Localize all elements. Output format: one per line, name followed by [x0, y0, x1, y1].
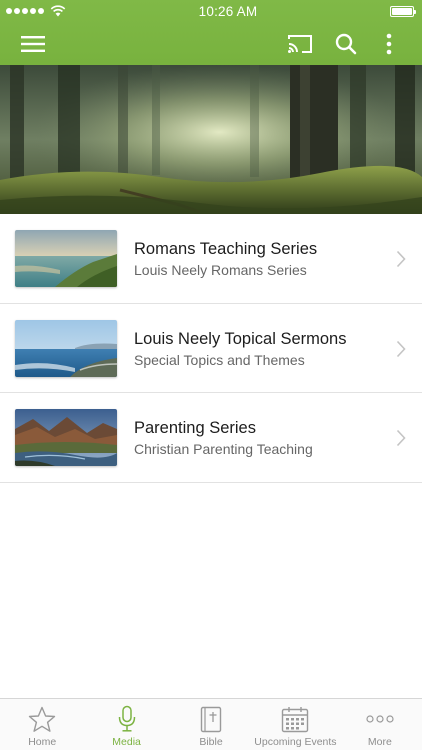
top-bar: 10:26 AM	[0, 0, 422, 65]
tab-upcoming-events[interactable]: Upcoming Events	[253, 699, 337, 750]
tab-label: More	[367, 736, 392, 748]
tab-media[interactable]: Media	[84, 699, 168, 750]
bible-icon	[200, 706, 222, 732]
series-list: Romans Teaching Series Louis Neely Roman…	[0, 214, 422, 483]
wifi-icon	[50, 5, 66, 17]
list-item[interactable]: Romans Teaching Series Louis Neely Roman…	[0, 214, 422, 304]
list-item[interactable]: Louis Neely Topical Sermons Special Topi…	[0, 304, 422, 393]
tab-home[interactable]: Home	[0, 699, 84, 750]
mountain-river-thumbnail	[15, 409, 117, 466]
hamburger-menu-icon[interactable]	[18, 22, 48, 65]
chevron-right-icon	[396, 250, 406, 268]
cast-icon[interactable]	[286, 22, 314, 65]
tab-label: Home	[28, 736, 57, 748]
tab-label: Media	[112, 736, 141, 748]
chevron-right-icon	[396, 340, 406, 357]
signal-strength-icon	[6, 8, 44, 14]
tab-more[interactable]: More	[338, 699, 422, 750]
microphone-icon	[118, 705, 135, 732]
tab-bar: Home Media Bible Upcoming Events More	[0, 698, 422, 750]
tab-label: Bible	[199, 736, 223, 748]
battery-icon	[389, 5, 416, 17]
chevron-right-icon	[396, 429, 406, 447]
ocean-coast-thumbnail	[15, 319, 117, 377]
status-bar: 10:26 AM	[0, 0, 422, 22]
more-dots-icon	[366, 715, 394, 723]
forest-sunlight-banner	[0, 65, 422, 214]
series-title: Louis Neely Topical Sermons	[134, 329, 347, 348]
list-item[interactable]: Parenting Series Christian Parenting Tea…	[0, 393, 422, 483]
tab-label: Upcoming Events	[254, 736, 337, 748]
series-title: Parenting Series	[134, 419, 256, 437]
star-icon	[29, 706, 56, 732]
coastal-sunset-thumbnail	[15, 230, 117, 287]
status-time: 10:26 AM	[198, 3, 258, 19]
tab-bible[interactable]: Bible	[169, 699, 253, 750]
series-subtitle: Christian Parenting Teaching	[134, 441, 313, 457]
search-icon[interactable]	[332, 22, 360, 65]
series-subtitle: Louis Neely Romans Series	[134, 262, 307, 278]
series-subtitle: Special Topics and Themes	[134, 351, 305, 368]
series-title: Romans Teaching Series	[134, 240, 318, 258]
navigation-bar	[0, 22, 422, 65]
calendar-icon	[282, 706, 309, 732]
vertical-dots-icon[interactable]	[378, 22, 400, 65]
